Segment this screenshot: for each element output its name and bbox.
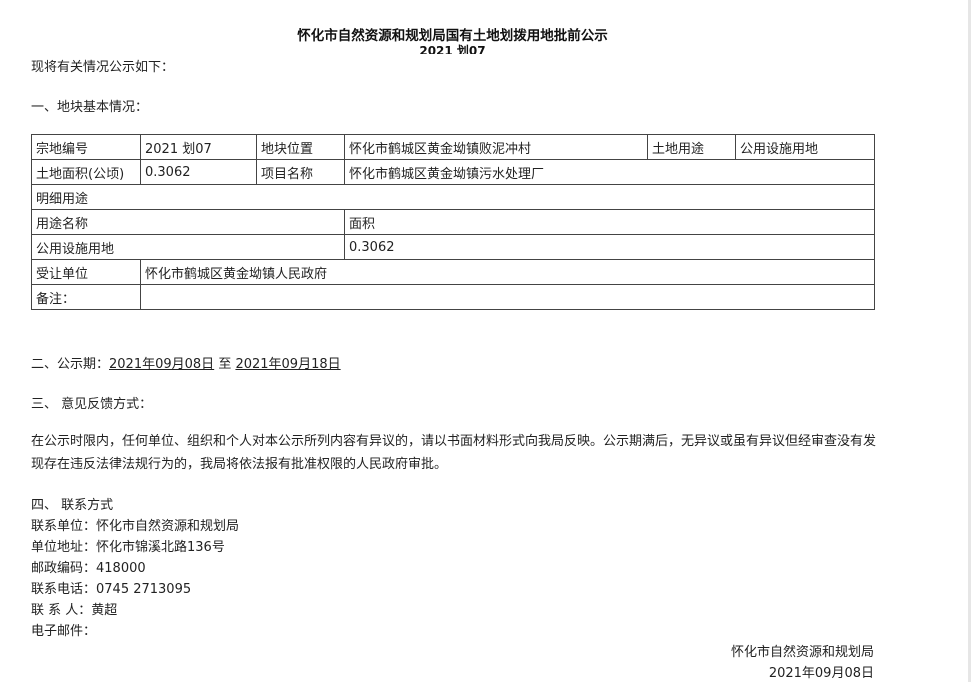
feedback-paragraph: 在公示时限内，任何单位、组织和个人对本公示所列内容有异议的，请以书面材料形式向我…	[31, 434, 877, 472]
period-start-date: 2021年09月08日	[109, 357, 215, 372]
section4-heading: 四、 联系方式	[31, 498, 114, 513]
value-use-area: 0.3062	[344, 234, 875, 260]
table-row: 公用设施用地 0.3062	[31, 234, 875, 260]
label-project-name: 项目名称	[256, 159, 345, 185]
contact-person: 联 系 人：黄超	[31, 603, 118, 618]
page-title: 怀化市自然资源和规划局国有土地划拨用地批前公示	[297, 28, 608, 44]
value-use-name: 公用设施用地	[31, 234, 345, 260]
footer-date: 2021年09月08日	[768, 666, 874, 681]
table-row: 备注：	[31, 284, 875, 310]
label-use-name: 用途名称	[31, 209, 345, 235]
label-remarks: 备注：	[31, 284, 141, 310]
value-grantee: 怀化市鹤城区黄金坳镇人民政府	[140, 259, 875, 285]
contact-address: 单位地址：怀化市锦溪北路136号	[31, 540, 225, 555]
value-area: 0.3062	[140, 159, 257, 185]
label-detail-use: 明细用途	[31, 184, 875, 210]
footer-org: 怀化市自然资源和规划局	[730, 645, 874, 660]
contact-email: 电子邮件：	[31, 624, 97, 639]
label-parcel-no: 宗地编号	[31, 134, 141, 160]
contact-unit: 联系单位：怀化市自然资源和规划局	[31, 519, 240, 534]
document-number: 2021 划07	[419, 44, 486, 54]
value-location: 怀化市鹤城区黄金坳镇败泥冲村	[344, 134, 648, 160]
section1-heading: 一、地块基本情况：	[31, 100, 149, 115]
period-label: 二、公示期：	[31, 357, 110, 372]
period-to: 至	[214, 357, 236, 372]
label-use-area: 面积	[344, 209, 875, 235]
period-end-date: 2021年09月18日	[235, 357, 341, 372]
value-remarks	[140, 284, 875, 310]
table-row: 明细用途	[31, 184, 875, 210]
section3-heading: 三、 意见反馈方式：	[31, 397, 153, 412]
label-area: 土地面积(公顷)	[31, 159, 141, 185]
label-location: 地块位置	[256, 134, 345, 160]
table-row: 受让单位 怀化市鹤城区黄金坳镇人民政府	[31, 259, 875, 285]
section2-period: 二、公示期：2021年09月08日 至 2021年09月18日	[31, 353, 341, 372]
contact-phone: 联系电话：0745 2713095	[31, 582, 192, 597]
contact-postcode: 邮政编码：418000	[31, 561, 146, 576]
value-land-use: 公用设施用地	[735, 134, 875, 160]
value-project-name: 怀化市鹤城区黄金坳镇污水处理厂	[344, 159, 875, 185]
intro-text: 现将有关情况公示如下：	[31, 60, 175, 75]
land-info-table: 宗地编号 2021 划07 地块位置 怀化市鹤城区黄金坳镇败泥冲村 土地用途 公…	[31, 134, 875, 310]
table-row: 土地面积(公顷) 0.3062 项目名称 怀化市鹤城区黄金坳镇污水处理厂	[31, 159, 875, 185]
table-row: 用途名称 面积	[31, 209, 875, 235]
label-land-use: 土地用途	[647, 134, 736, 160]
value-parcel-no: 2021 划07	[140, 134, 257, 160]
table-row: 宗地编号 2021 划07 地块位置 怀化市鹤城区黄金坳镇败泥冲村 土地用途 公…	[31, 134, 875, 160]
label-grantee: 受让单位	[31, 259, 141, 285]
